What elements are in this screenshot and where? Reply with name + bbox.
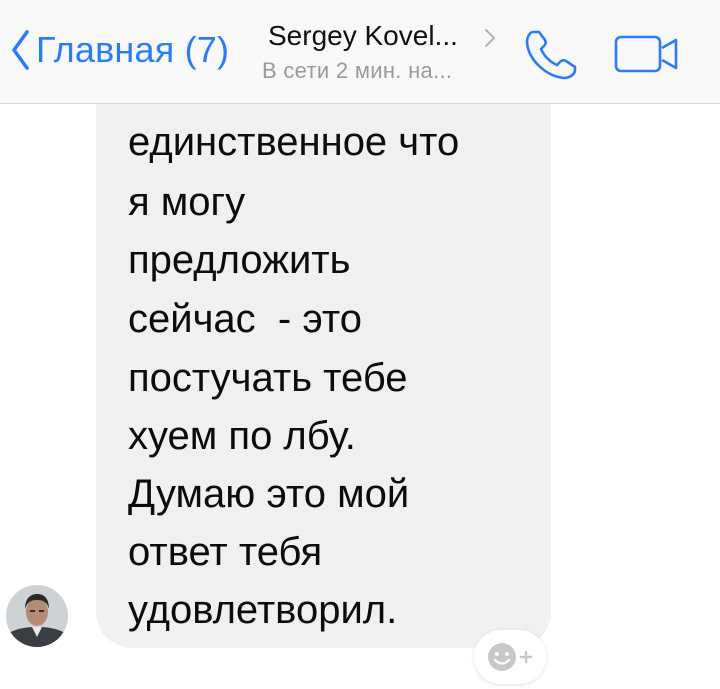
message-line: предложить (128, 238, 351, 282)
back-button-label: Главная (7) (36, 29, 230, 70)
message-line: постучать тебе (128, 356, 408, 400)
message-line: ответ тебя (128, 530, 323, 574)
video-camera-icon[interactable] (614, 34, 680, 74)
contact-name: Sergey Kovel... (268, 20, 458, 51)
back-button[interactable]: Главная (7) (0, 22, 229, 78)
avatar[interactable] (6, 585, 68, 647)
message-line: единственное что (128, 120, 460, 164)
chevron-left-icon (12, 30, 29, 70)
message-line: хуем по лбу. (128, 414, 356, 458)
chevron-right-icon (485, 29, 495, 47)
message-line: я могу (128, 180, 246, 224)
navigation-bar: Главная (7) Sergey Kovel... В сети 2 мин… (0, 0, 720, 104)
phone-icon[interactable] (524, 28, 582, 82)
add-reaction-button[interactable] (474, 630, 546, 684)
contact-title[interactable]: Sergey Kovel... В сети 2 мин. на... (258, 12, 508, 92)
emoji-add-icon (488, 643, 533, 671)
message-line: сейчас - это (128, 297, 362, 341)
avatar-photo (6, 585, 68, 647)
message-line: удовлетворил. (128, 588, 398, 632)
online-status: В сети 2 мин. на... (262, 58, 453, 83)
message-line: Думаю это мой (128, 472, 410, 516)
